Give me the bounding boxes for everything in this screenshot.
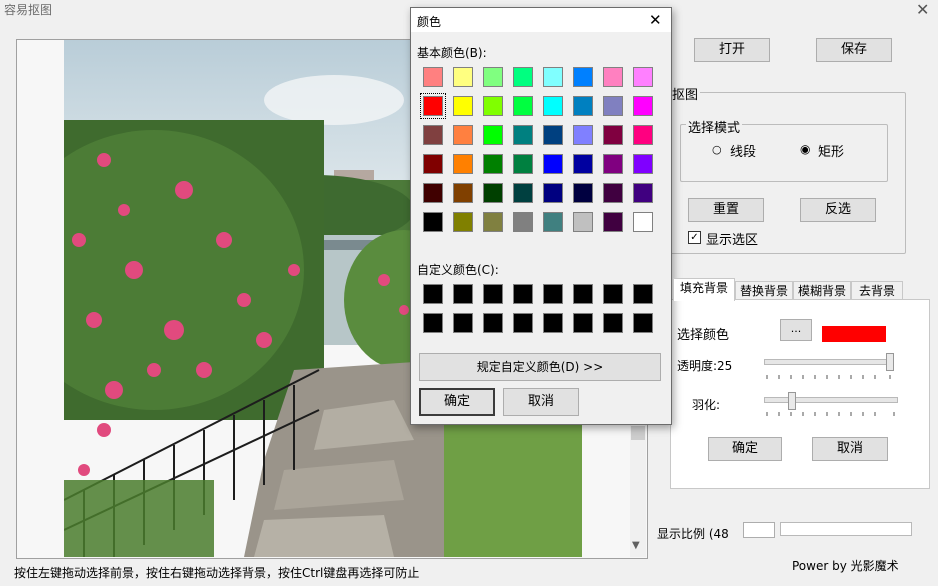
reset-button[interactable]: 重置 [688, 198, 764, 222]
custom-color-swatch[interactable] [543, 313, 563, 333]
radio-segment-icon[interactable]: ○ [712, 143, 722, 156]
status-bar-text: 按住左键拖动选择前景，按住右键拖动选择背景，按住Ctrl键盘再选择可防止 [14, 566, 420, 580]
custom-color-swatch[interactable] [573, 313, 593, 333]
custom-color-swatch[interactable] [603, 284, 623, 304]
custom-color-swatch[interactable] [573, 284, 593, 304]
custom-color-swatch[interactable] [483, 313, 503, 333]
radio-rect-icon[interactable]: ◉ [800, 142, 810, 156]
feather-slider-track[interactable] [764, 397, 898, 403]
feather-slider-thumb[interactable] [788, 392, 796, 410]
opacity-label: 透明度:25 [677, 359, 733, 373]
custom-colors-grid [411, 8, 671, 338]
color-dialog: 颜色 ✕ 基本颜色(B): 自定义颜色(C): 规定自定义颜色(D) >> 确定… [410, 7, 672, 425]
custom-color-swatch[interactable] [483, 284, 503, 304]
save-button[interactable]: 保存 [816, 38, 892, 62]
fill-ok-button[interactable]: 确定 [708, 437, 782, 461]
custom-color-swatch[interactable] [453, 284, 473, 304]
window-title: 容易抠图 [4, 3, 53, 17]
color-dialog-ok-button[interactable]: 确定 [419, 388, 495, 416]
show-selection-checkbox-icon[interactable]: ✓ [688, 231, 701, 244]
tab-remove-background[interactable]: 去背景 [851, 281, 903, 301]
show-selection-label[interactable]: 显示选区 [706, 229, 758, 248]
power-by-text: Power by 光影魔术 [792, 559, 899, 573]
opacity-slider-track[interactable] [764, 359, 894, 365]
custom-color-swatch[interactable] [543, 284, 563, 304]
zoom-slider-track[interactable] [780, 522, 912, 536]
color-dialog-cancel-button[interactable]: 取消 [503, 388, 579, 416]
mode-segment-label[interactable]: 线段 [730, 141, 756, 160]
selected-color-swatch [822, 326, 886, 342]
mode-group-title: 选择模式 [686, 117, 743, 136]
custom-color-swatch[interactable] [603, 313, 623, 333]
custom-color-swatch[interactable] [453, 313, 473, 333]
custom-color-swatch[interactable] [513, 284, 533, 304]
select-color-label: 选择颜色 [677, 328, 730, 343]
scroll-down-arrow-icon[interactable]: ▼ [632, 540, 640, 551]
tab-fill-background[interactable]: 填充背景 [673, 278, 735, 301]
custom-color-swatch[interactable] [423, 313, 443, 333]
open-button[interactable]: 打开 [694, 38, 770, 62]
custom-color-swatch[interactable] [633, 313, 653, 333]
zoom-value-box[interactable] [743, 522, 775, 538]
custom-color-swatch[interactable] [513, 313, 533, 333]
fill-cancel-button[interactable]: 取消 [812, 437, 888, 461]
feather-slider-ticks [766, 412, 895, 416]
scrollbar-thumb[interactable] [631, 426, 645, 440]
mode-rect-label[interactable]: 矩形 [818, 141, 844, 160]
zoom-label: 显示比例 (48 [657, 527, 729, 541]
custom-color-swatch[interactable] [423, 284, 443, 304]
tab-blur-background[interactable]: 模糊背景 [793, 281, 851, 301]
custom-color-swatch[interactable] [633, 284, 653, 304]
invert-button[interactable]: 反选 [800, 198, 876, 222]
feather-label: 羽化: [692, 398, 721, 412]
color-picker-button[interactable]: ... [780, 319, 812, 341]
opacity-slider-thumb[interactable] [886, 353, 894, 371]
window-close-icon[interactable]: ✕ [916, 0, 929, 19]
opacity-slider-ticks [766, 375, 891, 379]
cutout-group-title: 抠图 [670, 84, 701, 103]
tab-replace-background[interactable]: 替换背景 [735, 281, 793, 301]
define-custom-colors-button[interactable]: 规定自定义颜色(D) >> [419, 353, 661, 381]
